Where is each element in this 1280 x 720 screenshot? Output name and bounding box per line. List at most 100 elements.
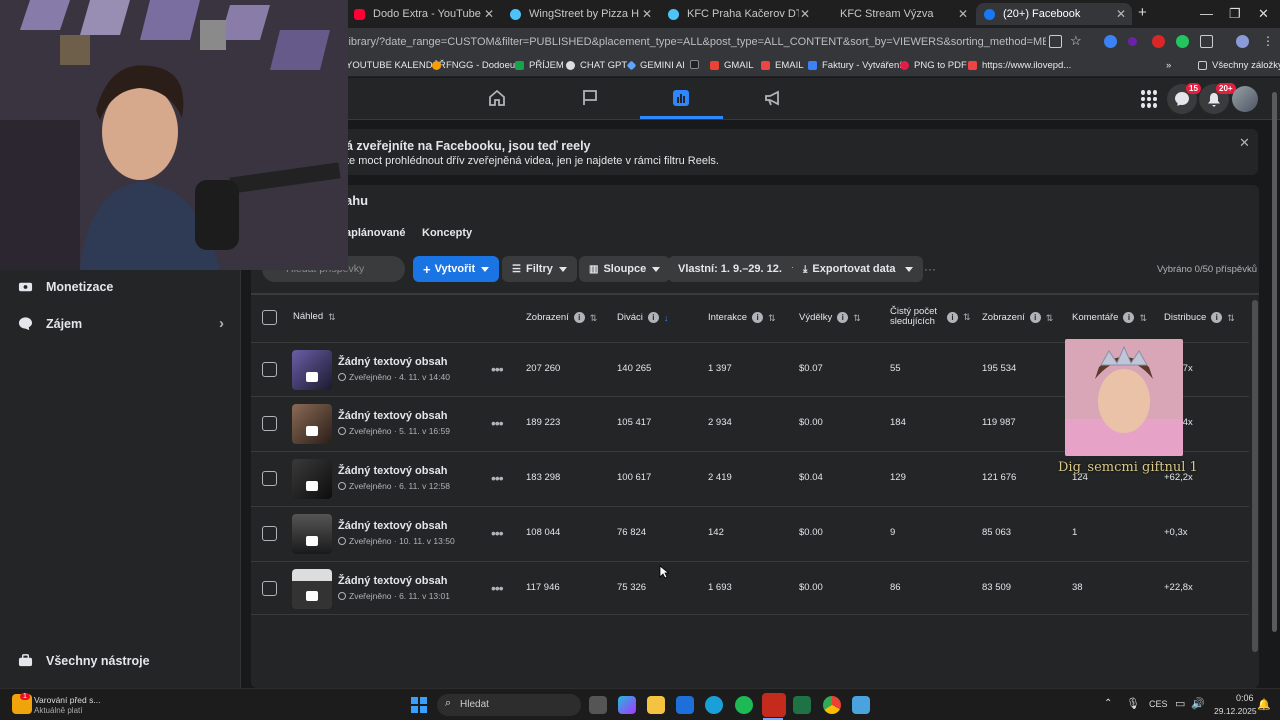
tab-youtube[interactable]: Dodo Extra - YouTube ✕ <box>346 3 500 25</box>
volume-icon[interactable]: 🔊 <box>1191 697 1205 710</box>
table-scrollbar[interactable] <box>1252 300 1258 652</box>
bookmark-item[interactable]: https://www.ilovepd... <box>968 60 1071 71</box>
insights-icon[interactable] <box>671 88 691 108</box>
chevron-up-icon[interactable]: ⌃ <box>1104 698 1112 709</box>
extension-icon[interactable] <box>1104 35 1117 48</box>
bookmark-star-icon[interactable]: ☆ <box>1070 33 1082 49</box>
task-view-icon[interactable] <box>589 696 607 714</box>
minimize-icon[interactable]: — <box>1200 6 1213 21</box>
copilot-icon[interactable] <box>618 696 636 714</box>
chrome-icon[interactable] <box>823 696 841 714</box>
sidebar-item-monetization[interactable]: Monetizace <box>18 279 113 294</box>
language-indicator[interactable]: CES <box>1149 699 1168 709</box>
row-more-icon[interactable]: ••• <box>491 361 504 377</box>
flag-icon[interactable] <box>580 88 600 108</box>
streaming-app-icon[interactable] <box>762 693 786 717</box>
taskbar-search-input[interactable]: ⌕ Hledat <box>437 694 581 716</box>
clock-time[interactable]: 0:06 <box>1236 693 1254 703</box>
outlook-icon[interactable] <box>676 696 694 714</box>
notification-title[interactable]: Varování před s... <box>34 695 100 705</box>
notification-bell-icon[interactable]: 🔔 <box>1257 698 1271 711</box>
more-options-button[interactable]: ··· <box>924 262 936 276</box>
url-input[interactable]: library/?date_range=CUSTOM&filter=PUBLIS… <box>346 33 1046 51</box>
col-viewers[interactable]: Diváci i ↓ <box>617 312 668 323</box>
post-title[interactable]: Žádný textový obsah <box>338 356 447 368</box>
video-thumbnail[interactable] <box>292 459 332 499</box>
row-more-icon[interactable]: ••• <box>491 525 504 541</box>
sidebar-item-all-tools[interactable]: Všechny nástroje <box>18 653 150 668</box>
post-title[interactable]: Žádný textový obsah <box>338 465 447 477</box>
col-views[interactable]: Zobrazení i ⇅ <box>526 312 597 323</box>
bookmark-item[interactable]: GMAIL <box>710 60 754 71</box>
extension-icon[interactable] <box>1176 35 1189 48</box>
bookmark-item[interactable]: YOUTUBE KALENDÁŘ <box>346 60 446 71</box>
row-checkbox[interactable] <box>262 416 277 431</box>
sidebar-item-interest[interactable]: Zájem › <box>18 315 224 332</box>
close-window-icon[interactable]: ✕ <box>1258 6 1269 22</box>
post-title[interactable]: Žádný textový obsah <box>338 575 447 587</box>
tab-scheduled[interactable]: aplánované <box>345 227 406 239</box>
row-more-icon[interactable]: ••• <box>491 580 504 596</box>
windows-start-icon[interactable] <box>411 697 427 713</box>
page-avatar[interactable] <box>1232 86 1258 112</box>
bookmark-item[interactable]: FNGG - Dodoeu <box>432 60 515 71</box>
col-net-followers[interactable]: Čistý počet sledujících i ⇅ <box>890 307 971 327</box>
spotify-icon[interactable] <box>735 696 753 714</box>
maximize-icon[interactable]: ❐ <box>1229 6 1241 22</box>
bookmarks-folder[interactable]: Všechny záložky <box>1198 60 1280 71</box>
page-scrollbar[interactable] <box>1272 92 1277 632</box>
close-banner-icon[interactable]: ✕ <box>1239 135 1250 151</box>
video-thumbnail[interactable] <box>292 404 332 444</box>
row-checkbox[interactable] <box>262 362 277 377</box>
bookmark-item[interactable]: PNG to PDF <box>900 60 967 71</box>
browser-menu-icon[interactable]: ⋮ <box>1262 34 1274 48</box>
bookmark-item[interactable]: GEMINI AI <box>626 60 685 71</box>
profile-avatar[interactable] <box>1236 35 1249 48</box>
tab-kfc-stream[interactable]: KFC Stream Výzva ✕ <box>818 3 974 25</box>
create-button[interactable]: + Vytvořit <box>413 256 500 282</box>
col-interactions[interactable]: Interakce i ⇅ <box>708 312 776 323</box>
date-range-button[interactable]: Vlast­ní: 1. 9.–29. 12. <box>668 256 810 282</box>
video-thumbnail[interactable] <box>292 514 332 554</box>
post-title[interactable]: Žádný textový obsah <box>338 410 447 422</box>
col-preview[interactable]: Náhled ⇅ <box>293 312 336 323</box>
close-tab-icon[interactable]: ✕ <box>800 7 810 21</box>
bookmark-item[interactable]: CHAT GPT <box>566 60 627 71</box>
microphone-icon[interactable]: 🎙 <box>1126 697 1140 710</box>
columns-button[interactable]: ▥ Sloupce <box>579 256 671 282</box>
file-explorer-icon[interactable] <box>647 696 665 714</box>
clock-date[interactable]: 29.12.2025 <box>1214 706 1257 716</box>
extension-icon[interactable] <box>1128 37 1137 46</box>
close-tab-icon[interactable]: ✕ <box>484 7 494 21</box>
bookmark-item[interactable]: PŘÍJEM <box>515 60 564 71</box>
filters-button[interactable]: ☰ Filtry <box>502 256 577 282</box>
megaphone-icon[interactable] <box>763 88 783 108</box>
edge-icon[interactable] <box>705 696 723 714</box>
bookmark-item[interactable]: EMAIL <box>761 60 804 71</box>
row-checkbox[interactable] <box>262 581 277 596</box>
excel-icon[interactable] <box>793 696 811 714</box>
extension-icon[interactable] <box>1152 35 1165 48</box>
tab-facebook[interactable]: (20+) Facebook ✕ <box>976 3 1132 25</box>
col-earnings[interactable]: Výdělky i ⇅ <box>799 312 861 323</box>
install-app-icon[interactable] <box>1049 35 1062 48</box>
col-distribution[interactable]: Distribuce i ⇅ <box>1164 312 1235 323</box>
close-tab-icon[interactable]: ✕ <box>958 7 968 21</box>
menu-grid-icon[interactable] <box>1141 90 1159 108</box>
home-icon[interactable] <box>487 88 507 108</box>
table-row[interactable]: Žádný textový obsah Zveřejněno · 10. 11.… <box>251 506 1249 560</box>
bookmark-item[interactable] <box>690 60 704 69</box>
more-bookmarks-icon[interactable]: » <box>1166 60 1171 71</box>
col-comments[interactable]: Komentáře i ⇅ <box>1072 312 1147 323</box>
video-thumbnail[interactable] <box>292 350 332 390</box>
tab-drafts[interactable]: Koncepty <box>422 227 472 239</box>
network-icon[interactable]: ▭ <box>1175 697 1185 710</box>
close-tab-icon[interactable]: ✕ <box>642 7 652 21</box>
notepad-icon[interactable] <box>852 696 870 714</box>
row-more-icon[interactable]: ••• <box>491 470 504 486</box>
export-data-button[interactable]: ⤓ Exportovat data <box>793 256 923 282</box>
close-tab-icon[interactable]: ✕ <box>1116 7 1126 21</box>
select-all-checkbox[interactable] <box>262 310 277 325</box>
bookmark-item[interactable]: Faktury - Vytváření <box>808 60 902 71</box>
col-views-2[interactable]: Zobrazení i ⇅ <box>982 312 1053 323</box>
